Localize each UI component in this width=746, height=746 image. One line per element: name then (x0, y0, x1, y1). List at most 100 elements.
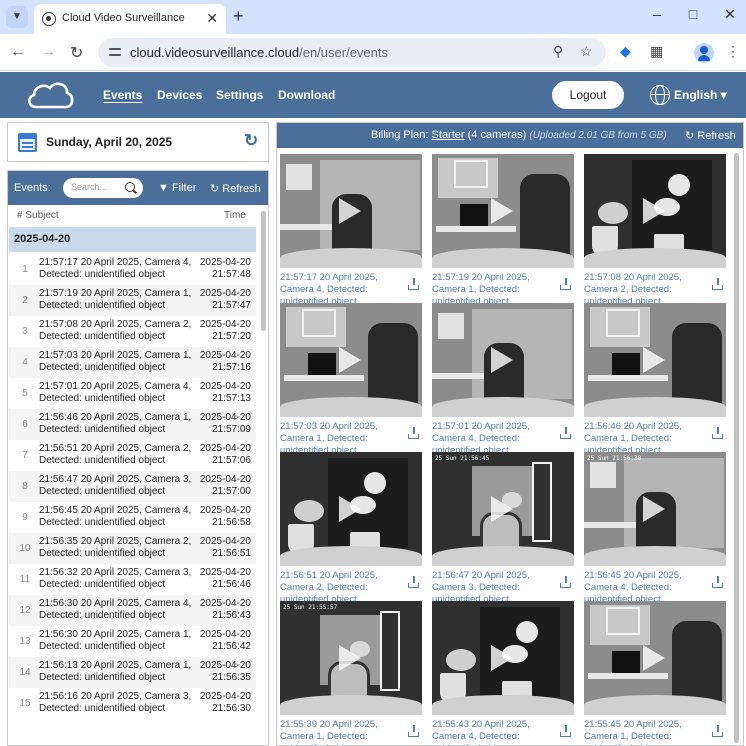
video-thumbnail[interactable] (432, 303, 574, 417)
video-thumbnail[interactable] (584, 303, 726, 417)
event-row[interactable]: 8 21:56:47 20 April 2025, Camera 3, Detec… (9, 471, 256, 502)
download-icon[interactable] (408, 725, 420, 737)
video-thumbnail[interactable] (584, 154, 726, 268)
event-row[interactable]: 10 21:56:35 20 April 2025, Camera 2, Dete… (9, 533, 256, 564)
video-thumbnail[interactable]: 25 Sun 21:55:57 (280, 601, 422, 715)
download-icon[interactable] (408, 576, 420, 588)
date-selector[interactable]: Sunday, April 20, 2025 ↻ (7, 122, 269, 162)
event-row[interactable]: 12 21:56:30 20 April 2025, Camera 4, Dete… (9, 595, 256, 626)
video-card[interactable]: 21:56:51 20 April 2025, Camera 2, Detect… (280, 452, 425, 605)
video-card[interactable]: 21:57:03 20 April 2025, Camera 1, Detect… (280, 303, 425, 456)
calendar-icon[interactable] (18, 133, 37, 152)
cloud-logo-icon[interactable] (24, 77, 76, 113)
video-caption[interactable]: 21:55:45 20 April 2025, Camera 1, Detect… (584, 719, 708, 745)
event-row[interactable]: 1 21:57:17 20 April 2025, Camera 4, Detec… (9, 254, 256, 285)
filter-button[interactable]: ▼ Filter (158, 182, 196, 194)
download-icon[interactable] (560, 427, 572, 439)
refresh-date-icon[interactable]: ↻ (244, 131, 258, 151)
play-icon[interactable] (491, 347, 513, 373)
events-refresh-button[interactable]: ↻ Refresh (210, 182, 261, 195)
videos-refresh-button[interactable]: ↻ Refresh (685, 129, 736, 142)
video-thumbnail[interactable] (280, 452, 422, 566)
video-card[interactable]: 21:57:01 20 April 2025, Camera 4, Detect… (432, 303, 577, 456)
zoom-icon[interactable]: ⚲ (553, 43, 563, 60)
video-card[interactable]: 25 Sun 21:55:57 21:55:39 20 April 2025, C… (280, 601, 425, 745)
event-row[interactable]: 7 21:56:51 20 April 2025, Camera 2, Detec… (9, 440, 256, 471)
event-row[interactable]: 2 21:57:19 20 April 2025, Camera 1, Detec… (9, 285, 256, 316)
video-card[interactable]: 21:56:46 20 April 2025, Camera 1, Detect… (584, 303, 729, 456)
download-icon[interactable] (408, 278, 420, 290)
video-card[interactable]: 21:57:08 20 April 2025, Camera 2, Detect… (584, 154, 729, 307)
event-row[interactable]: 6 21:56:46 20 April 2025, Camera 1, Detec… (9, 409, 256, 440)
event-row[interactable]: 5 21:57:01 20 April 2025, Camera 4, Detec… (9, 378, 256, 409)
event-row[interactable]: 13 21:56:30 20 April 2025, Camera 1, Dete… (9, 626, 256, 657)
video-thumbnail[interactable] (280, 303, 422, 417)
video-thumbnail[interactable]: 25 Sun 21:56:45 (432, 452, 574, 566)
close-tab-icon[interactable]: ✕ (206, 10, 218, 27)
nav-download[interactable]: Download (278, 88, 335, 102)
site-settings-icon[interactable] (108, 45, 122, 59)
event-row[interactable]: 11 21:56:32 20 April 2025, Camera 3, Dete… (9, 564, 256, 595)
download-icon[interactable] (712, 278, 724, 290)
events-search-input[interactable]: Search... (63, 178, 143, 198)
download-icon[interactable] (712, 427, 724, 439)
events-scrollbar[interactable] (261, 211, 266, 331)
back-arrow-icon[interactable]: ← (10, 43, 26, 61)
nav-settings[interactable]: Settings (216, 88, 263, 102)
download-icon[interactable] (560, 278, 572, 290)
forward-arrow-icon[interactable]: → (40, 43, 56, 61)
event-row[interactable]: 9 21:56:45 20 April 2025, Camera 4, Detec… (9, 502, 256, 533)
maximize-icon[interactable]: □ (681, 6, 705, 22)
browser-tab[interactable]: Cloud Video Surveillance ✕ (34, 4, 226, 34)
play-icon[interactable] (339, 198, 361, 224)
video-card[interactable]: 21:55:45 20 April 2025, Camera 1, Detect… (584, 601, 729, 745)
nav-events[interactable]: Events (103, 88, 142, 102)
download-icon[interactable] (712, 576, 724, 588)
extensions-puzzle-icon[interactable]: ▦ (650, 43, 663, 60)
address-bar[interactable]: cloud.videosurveillance.cloud/en/user/ev… (98, 38, 606, 67)
bookmark-star-icon[interactable]: ☆ (580, 43, 593, 60)
new-tab-icon[interactable]: + (233, 6, 244, 27)
search-icon[interactable] (125, 182, 135, 192)
logout-button[interactable]: Logout (552, 81, 624, 109)
video-caption[interactable]: 21:55:39 20 April 2025, Camera 1, Detect… (280, 719, 404, 745)
video-thumbnail[interactable] (584, 601, 726, 715)
play-icon[interactable] (643, 645, 665, 671)
play-icon[interactable] (491, 496, 513, 522)
play-icon[interactable] (339, 496, 361, 522)
event-row[interactable]: 15 21:56:16 20 April 2025, Camera 3, Dete… (9, 688, 256, 719)
download-icon[interactable] (560, 576, 572, 588)
globe-icon[interactable] (650, 85, 670, 105)
video-card[interactable]: 25 Sun 21:56:38 21:56:45 20 April 2025, C… (584, 452, 729, 605)
col-time[interactable]: Time (224, 210, 246, 221)
event-row[interactable]: 3 21:57:08 20 April 2025, Camera 2, Detec… (9, 316, 256, 347)
language-selector[interactable]: English ▾ (674, 88, 727, 102)
video-thumbnail[interactable] (280, 154, 422, 268)
video-card[interactable]: 25 Sun 21:56:45 21:56:47 20 April 2025, C… (432, 452, 577, 605)
minimize-icon[interactable]: – (645, 6, 669, 22)
play-icon[interactable] (643, 347, 665, 373)
date-group-row[interactable]: 2025-04-20 (9, 227, 256, 252)
col-subject[interactable]: # Subject (17, 210, 59, 221)
video-thumbnail[interactable] (432, 601, 574, 715)
video-card[interactable]: 21:55:43 20 April 2025, Camera 4, Detect… (432, 601, 577, 745)
event-row[interactable]: 4 21:57:03 20 April 2025, Camera 1, Detec… (9, 347, 256, 378)
reload-icon[interactable]: ↻ (70, 43, 83, 63)
extension-tag-icon[interactable]: ◆ (620, 43, 631, 60)
video-card[interactable]: 21:57:17 20 April 2025, Camera 4, Detect… (280, 154, 425, 307)
download-icon[interactable] (712, 725, 724, 737)
video-thumbnail[interactable] (432, 154, 574, 268)
video-thumbnail[interactable]: 25 Sun 21:56:38 (584, 452, 726, 566)
profile-avatar[interactable] (694, 43, 714, 63)
play-icon[interactable] (643, 198, 665, 224)
nav-devices[interactable]: Devices (157, 88, 202, 102)
video-caption[interactable]: 21:55:43 20 April 2025, Camera 4, Detect… (432, 719, 556, 745)
video-card[interactable]: 21:57:19 20 April 2025, Camera 1, Detect… (432, 154, 577, 307)
play-icon[interactable] (339, 347, 361, 373)
play-icon[interactable] (339, 645, 361, 671)
event-row[interactable]: 14 21:56:13 20 April 2025, Camera 1, Dete… (9, 657, 256, 688)
download-icon[interactable] (560, 725, 572, 737)
play-icon[interactable] (643, 496, 665, 522)
videos-scrollbar[interactable] (734, 153, 739, 743)
tab-search-chevron-icon[interactable]: ▼ (6, 6, 28, 28)
